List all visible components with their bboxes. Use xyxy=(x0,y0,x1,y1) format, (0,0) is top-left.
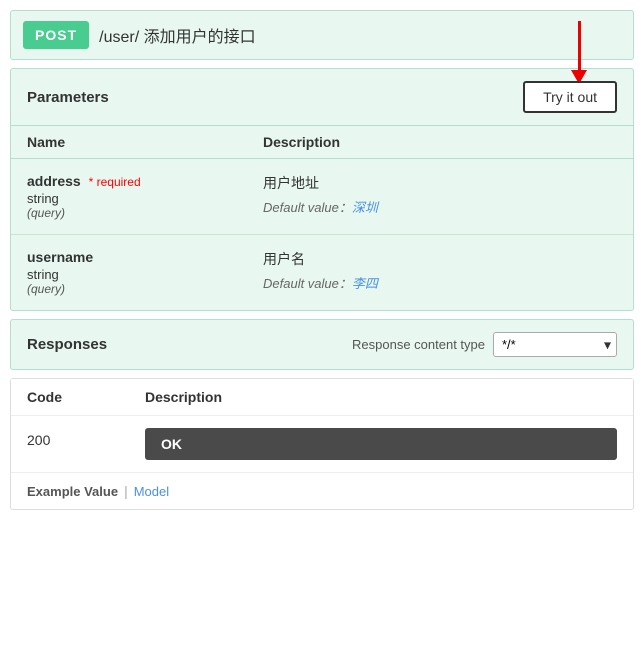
param-name-col-address: address * required string (query) xyxy=(27,173,263,220)
param-type-username: string xyxy=(27,267,263,282)
ok-badge: OK xyxy=(145,428,617,460)
endpoint-path: /user/ 添加用户的接口 xyxy=(99,23,255,47)
codes-table-header: Code Description xyxy=(11,379,633,416)
red-arrow-annotation xyxy=(571,21,587,84)
param-name-username: username xyxy=(27,249,263,265)
arrow-line xyxy=(578,21,581,71)
response-content-type-select-wrapper[interactable]: */* application/json text/plain xyxy=(493,332,617,357)
param-desc-col-address: 用户地址 Default value：深圳 xyxy=(263,173,617,220)
responses-section: Responses Response content type */* appl… xyxy=(10,319,634,370)
endpoint-description: 添加用户的接口 xyxy=(144,29,256,46)
param-location-address: (query) xyxy=(27,206,263,220)
response-content-label: Response content type xyxy=(352,337,485,352)
try-it-out-container: Try it out xyxy=(523,81,617,113)
parameters-header: Parameters Try it out xyxy=(11,69,633,126)
endpoint-header: POST /user/ 添加用户的接口 xyxy=(10,10,634,60)
example-value-label[interactable]: Example Value xyxy=(27,484,118,499)
try-it-out-button[interactable]: Try it out xyxy=(523,81,617,113)
page-wrapper: POST /user/ 添加用户的接口 Parameters Try it ou… xyxy=(0,0,644,653)
param-row-address: address * required string (query) 用户地址 D… xyxy=(11,159,633,235)
param-default-username: Default value：李四 xyxy=(263,273,617,292)
method-badge: POST xyxy=(23,21,89,49)
param-location-username: (query) xyxy=(27,282,263,296)
codes-section: Code Description 200 OK Example Value | … xyxy=(10,378,634,510)
table-header-row: Name Description xyxy=(11,126,633,159)
param-desc-address: 用户地址 xyxy=(263,173,617,193)
parameters-title: Parameters xyxy=(27,89,109,106)
col-desc-header: Description xyxy=(263,134,617,150)
code-row-200: 200 OK xyxy=(11,416,633,473)
param-row-username: username string (query) 用户名 Default valu… xyxy=(11,235,633,310)
code-col-header: Code xyxy=(27,389,145,405)
endpoint-path-text: /user/ xyxy=(99,29,139,46)
divider-pipe: | xyxy=(124,483,128,499)
parameters-section: Parameters Try it out Name Description a… xyxy=(10,68,634,311)
params-table: Name Description address * required stri… xyxy=(11,126,633,310)
col-name-header: Name xyxy=(27,134,263,150)
code-value-200: 200 xyxy=(27,428,145,448)
responses-title: Responses xyxy=(27,336,107,353)
code-desc-col-header: Description xyxy=(145,389,617,405)
param-default-value-address: 深圳 xyxy=(352,200,378,215)
param-type-address: string xyxy=(27,191,263,206)
example-model-row: Example Value | Model xyxy=(11,473,633,509)
param-default-value-username: 李四 xyxy=(352,276,378,291)
model-link[interactable]: Model xyxy=(134,484,169,499)
param-name-col-username: username string (query) xyxy=(27,249,263,296)
param-desc-username: 用户名 xyxy=(263,249,617,269)
responses-header: Responses Response content type */* appl… xyxy=(11,320,633,369)
response-content-type-area: Response content type */* application/js… xyxy=(352,332,617,357)
response-content-type-select[interactable]: */* application/json text/plain xyxy=(493,332,617,357)
param-desc-col-username: 用户名 Default value：李四 xyxy=(263,249,617,296)
param-name-address: address * required xyxy=(27,173,263,189)
param-default-address: Default value：深圳 xyxy=(263,197,617,216)
code-desc-col-200: OK xyxy=(145,428,617,460)
